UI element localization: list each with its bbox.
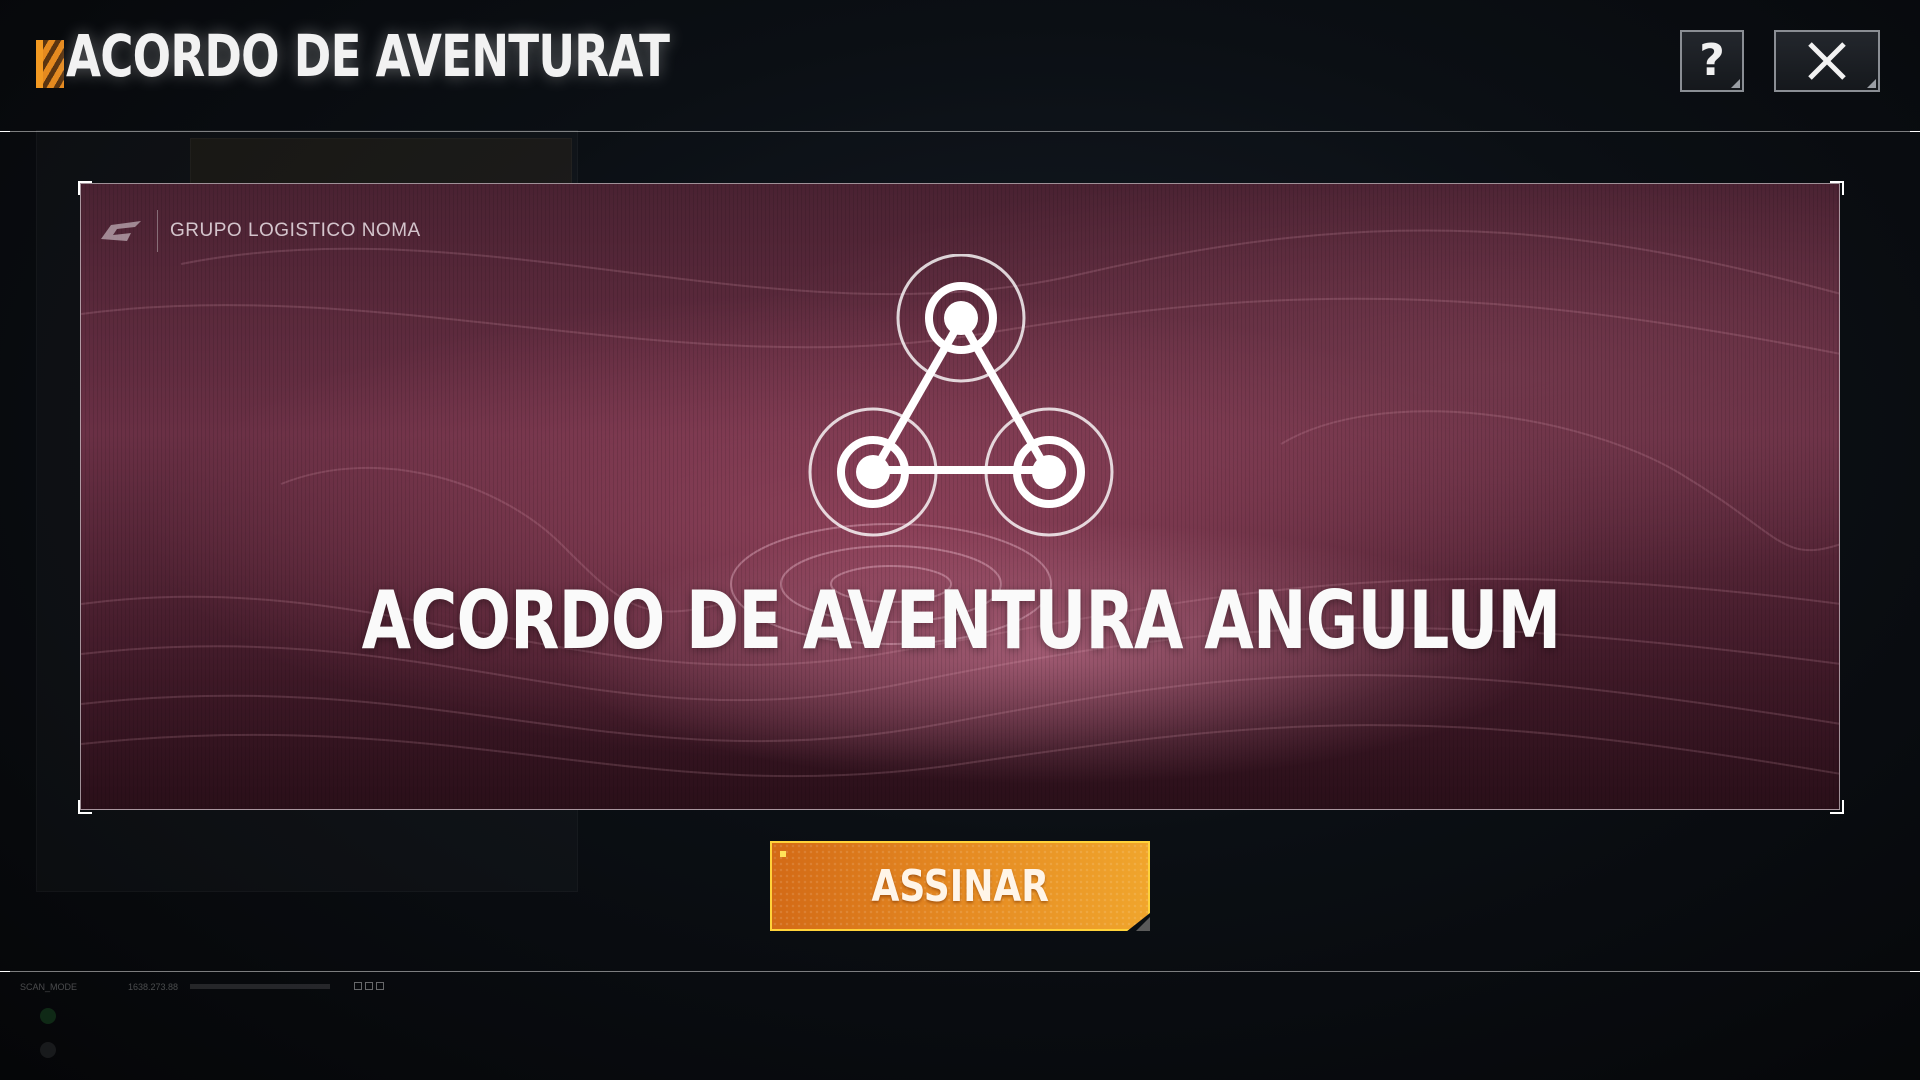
status-indicator-icon xyxy=(40,1008,56,1024)
button-corner-notch xyxy=(1867,79,1876,88)
divider-tick xyxy=(1910,131,1920,132)
scan-progress-bar xyxy=(190,984,330,989)
coordinate-readout: 1638.273.88 xyxy=(128,982,179,992)
bottom-divider xyxy=(0,971,1920,972)
agreement-title: ACORDO DE AVENTURA ANGULUM xyxy=(361,574,1562,667)
help-button[interactable]: ? xyxy=(1680,30,1744,92)
status-indicator-icon xyxy=(40,1042,56,1058)
brand-name: GRUPO LOGISTICO NOMA xyxy=(170,220,421,241)
top-bar: ACORDO DE AVENTURAT ? xyxy=(0,0,1920,132)
button-corner-notch xyxy=(1731,79,1740,88)
close-x-icon xyxy=(1808,42,1846,80)
agreement-banner: GRUPO LOGISTICO NOMA ACORDO DE AVENTURA … xyxy=(80,183,1840,810)
sign-button[interactable]: ASSINAR xyxy=(770,841,1150,931)
top-divider xyxy=(0,131,1920,132)
sign-button-label: ASSINAR xyxy=(871,860,1049,912)
triangle-network-icon xyxy=(808,254,1114,537)
title-accent-bar xyxy=(36,40,43,88)
scan-mode-label: SCAN_MODE xyxy=(20,982,78,992)
close-button[interactable] xyxy=(1774,30,1880,92)
page-title: ACORDO DE AVENTURAT xyxy=(66,22,670,90)
status-box xyxy=(354,982,362,990)
brand-block: GRUPO LOGISTICO NOMA xyxy=(97,210,421,252)
button-indicator-dot xyxy=(780,851,786,857)
status-box xyxy=(376,982,384,990)
banner-corner-mark xyxy=(78,800,92,814)
question-mark-icon: ? xyxy=(1699,35,1725,86)
status-boxes xyxy=(354,982,384,990)
brand-separator xyxy=(157,210,158,252)
divider-tick xyxy=(0,971,10,972)
button-corner-notch xyxy=(1136,917,1150,931)
banner-corner-mark xyxy=(1830,800,1844,814)
noma-logo-icon xyxy=(101,221,141,241)
banner-corner-mark xyxy=(1830,181,1844,195)
banner-corner-mark xyxy=(78,181,92,195)
divider-tick xyxy=(1910,971,1920,972)
status-box xyxy=(365,982,373,990)
divider-tick xyxy=(0,131,10,132)
adventure-agreement-screen: ACORDO DE AVENTURAT ? GRUPO LOGISTICO NO… xyxy=(0,0,1920,1080)
